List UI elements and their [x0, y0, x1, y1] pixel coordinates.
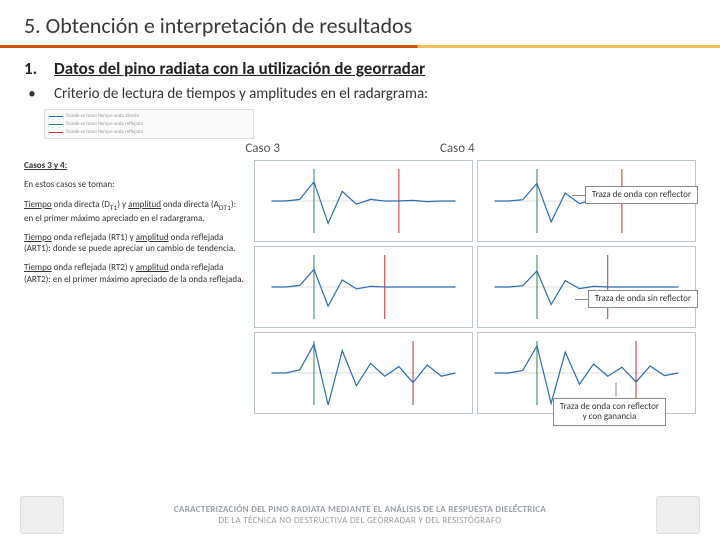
- chart-4: [254, 332, 473, 414]
- legend-figure: Donde se toma tiempo onda directa Donde …: [44, 109, 696, 139]
- notes-p4: Tiempo onda reflejada (RT2) y amplitud o…: [24, 262, 244, 285]
- callout-reflector-gain: Traza de onda con reflector y con gananc…: [553, 398, 666, 426]
- body: 1. Datos del pino radiata con la utiliza…: [0, 58, 720, 139]
- callout-no-reflector: Traza de onda sin reflector: [588, 290, 698, 308]
- logo-right: [656, 496, 700, 534]
- case-labels: Caso 3 Caso 4: [0, 141, 720, 156]
- chart-2: [254, 246, 473, 328]
- charts-column: Traza de onda con reflector Traza de ond…: [254, 160, 696, 414]
- notes-p1: En estos casos se toman:: [24, 179, 244, 190]
- case3-label: Caso 3: [245, 141, 280, 156]
- footer: CARACTERIZACIÓN DEL PINO RADIATA MEDIANT…: [0, 496, 720, 534]
- section-heading: Datos del pino radiata con la utilizació…: [54, 58, 425, 79]
- notes-heading: Casos 3 y 4:: [24, 160, 244, 171]
- legend-line-icon: [49, 116, 63, 117]
- callout-reflector: Traza de onda con reflector: [585, 186, 698, 204]
- bullet-text: Criterio de lectura de tiempos y amplitu…: [54, 85, 428, 103]
- slide-title: 5. Obtención e interpretación de resulta…: [0, 0, 720, 45]
- legend-box: Donde se toma tiempo onda directa Donde …: [44, 109, 254, 139]
- footer-text: CARACTERIZACIÓN DEL PINO RADIATA MEDIANT…: [64, 504, 656, 527]
- legend-row-1: Donde se toma tiempo onda reflejada: [49, 121, 249, 127]
- chart-3: [477, 246, 696, 328]
- section-number: 1.: [24, 58, 40, 79]
- legend-row-0: Donde se toma tiempo onda directa: [49, 113, 249, 119]
- accent-bar: [0, 45, 720, 48]
- case4-label: Caso 4: [440, 141, 475, 156]
- notes-column: Casos 3 y 4: En estos casos se toman: Ti…: [24, 160, 244, 414]
- chart-0: [254, 160, 473, 242]
- logo-left: [20, 496, 64, 534]
- section-heading-row: 1. Datos del pino radiata con la utiliza…: [24, 58, 696, 79]
- notes-p2: Tiempo onda directa (DT1) y amplitud ond…: [24, 199, 244, 224]
- section-bullet-row: • Criterio de lectura de tiempos y ampli…: [24, 85, 696, 103]
- slide: 5. Obtención e interpretación de resulta…: [0, 0, 720, 540]
- legend-row-2: Donde se toma tiempo onda reflejada: [49, 129, 249, 135]
- legend-line-icon: [49, 132, 63, 133]
- notes-p3: Tiempo onda reflejada (RT1) y amplitud o…: [24, 232, 244, 255]
- bullet-icon: •: [24, 85, 40, 103]
- main-area: Casos 3 y 4: En estos casos se toman: Ti…: [0, 160, 720, 414]
- legend-line-icon: [49, 124, 63, 125]
